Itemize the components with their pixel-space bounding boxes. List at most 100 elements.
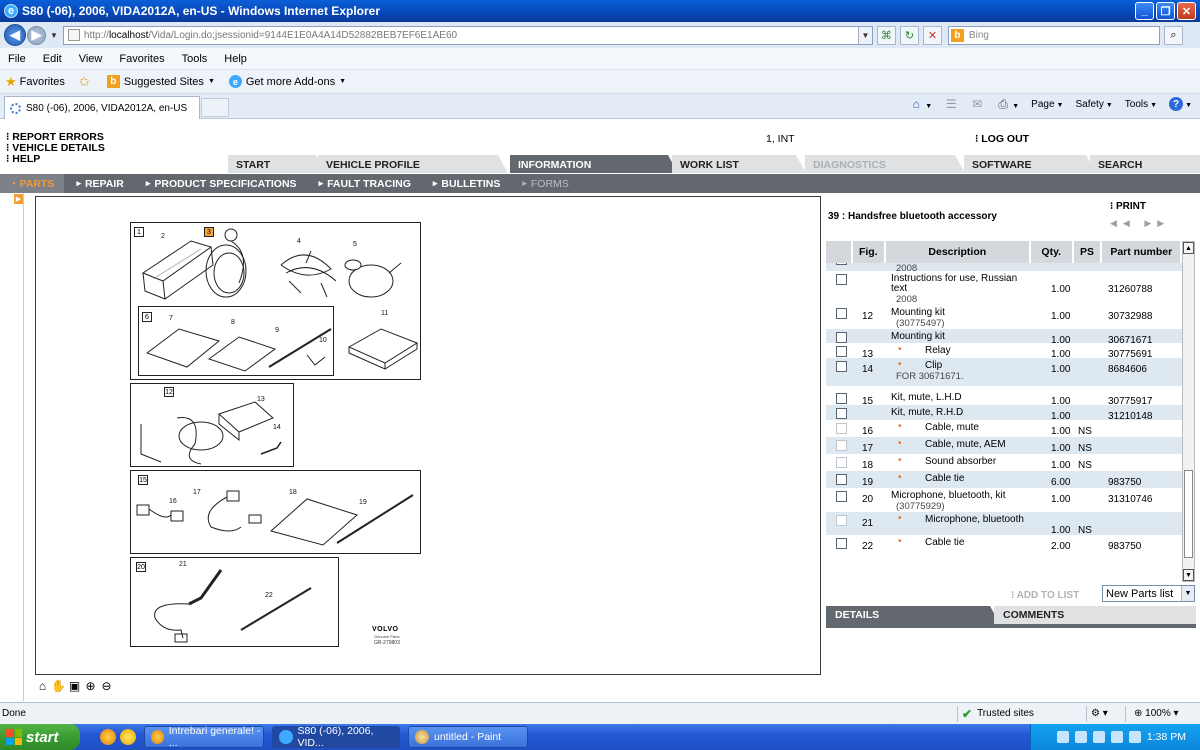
- zoom-in-icon[interactable]: ⊕: [84, 679, 97, 693]
- table-row[interactable]: 12 Mounting kit (30775497) 1.00 30732988: [826, 305, 1182, 329]
- taskbar-button-ie[interactable]: S80 (-06), 2006, VID...: [272, 725, 400, 749]
- tab-start[interactable]: START: [228, 155, 326, 173]
- table-row[interactable]: 22 • Cable tie 2.00 983750: [826, 535, 1182, 552]
- subtab-repair[interactable]: REPAIR: [64, 174, 133, 193]
- table-row[interactable]: 17 • Cable, mute, AEM 1.00 NS: [826, 437, 1182, 454]
- table-row[interactable]: Instructions for use, Russian text 2008 1.…: [826, 271, 1182, 305]
- mail-icon[interactable]: ✉: [970, 97, 984, 111]
- get-addons-button[interactable]: e Get more Add-ons ▼: [228, 75, 346, 88]
- parts-diagram-panel[interactable]: 1 2 3 4 5 6 7 8 9 10 11 12 13 14 15 16 1…: [35, 196, 821, 675]
- tray-update-icon[interactable]: [1128, 731, 1141, 743]
- menu-help[interactable]: Help: [224, 53, 247, 65]
- table-row[interactable]: 21 • Microphone, bluetooth 1.00 NS: [826, 512, 1182, 536]
- row-checkbox[interactable]: [836, 408, 847, 419]
- menu-file[interactable]: File: [8, 53, 26, 65]
- table-row[interactable]: 18 • Sound absorber 1.00 NS: [826, 454, 1182, 471]
- table-row[interactable]: Mounting kit 1.00 30671671: [826, 329, 1182, 346]
- row-checkbox[interactable]: [836, 515, 847, 526]
- tab-software[interactable]: SOFTWARE: [964, 155, 1096, 173]
- subtab-product-specifications[interactable]: PRODUCT SPECIFICATIONS: [134, 174, 307, 193]
- scroll-up-icon[interactable]: ▲: [1183, 242, 1194, 254]
- taskbar-button-firefox[interactable]: Intrebari generale! - ...: [144, 725, 264, 749]
- stop-button[interactable]: ✕: [922, 25, 942, 45]
- tab-information[interactable]: INFORMATION: [510, 155, 678, 173]
- fit-window-icon[interactable]: ▣: [68, 679, 81, 693]
- suggested-sites-button[interactable]: b Suggested Sites ▼: [106, 75, 215, 88]
- home-button[interactable]: ⌂ ▼: [909, 97, 933, 111]
- protected-mode-icon[interactable]: ⚙ ▾: [1091, 708, 1121, 719]
- row-checkbox[interactable]: [836, 361, 847, 372]
- row-checkbox[interactable]: [836, 423, 847, 434]
- parts-list-scrollbar[interactable]: ▲ ▼: [1182, 241, 1195, 582]
- table-row[interactable]: 20 Microphone, bluetooth, kit (30775929) 1.…: [826, 488, 1182, 512]
- row-checkbox[interactable]: [836, 474, 847, 485]
- minimize-button[interactable]: _: [1135, 2, 1154, 20]
- favorites-button[interactable]: ★ Favorites: [5, 74, 65, 90]
- forward-button[interactable]: ▶: [27, 25, 46, 45]
- row-checkbox[interactable]: [836, 538, 847, 549]
- menu-favorites[interactable]: Favorites: [119, 53, 164, 65]
- safety-menu[interactable]: Safety ▼: [1075, 99, 1112, 110]
- compatibility-view-button[interactable]: ⌘: [876, 25, 896, 45]
- table-row[interactable]: 16 • Cable, mute 1.00 NS: [826, 420, 1182, 437]
- table-row[interactable]: 19 • Cable tie 6.00 983750: [826, 471, 1182, 488]
- recent-pages-dropdown[interactable]: ▼: [50, 31, 58, 40]
- row-checkbox[interactable]: [836, 393, 847, 404]
- messenger-icon[interactable]: [120, 729, 136, 745]
- tray-help-icon[interactable]: [1056, 731, 1069, 743]
- menu-view[interactable]: View: [79, 53, 103, 65]
- tray-volume-icon[interactable]: [1092, 731, 1105, 743]
- zoom-out-icon[interactable]: ⊖: [100, 679, 113, 693]
- pager-arrows[interactable]: ◀◀ ▶▶: [1110, 218, 1170, 229]
- expand-tree-icon[interactable]: ▶: [14, 194, 23, 204]
- add-favorite-button[interactable]: ✩: [79, 74, 93, 90]
- table-row[interactable]: 13 • Relay 1.00 30775691: [826, 343, 1182, 360]
- print-button[interactable]: ⎙ ▼: [996, 97, 1019, 111]
- new-tab-button[interactable]: [201, 98, 229, 117]
- tray-network-icon[interactable]: [1074, 731, 1087, 743]
- subtab-bulletins[interactable]: BULLETINS: [421, 174, 510, 193]
- print-link[interactable]: PRINT: [1110, 201, 1146, 212]
- scroll-down-icon[interactable]: ▼: [1183, 569, 1194, 581]
- help-link[interactable]: HELP: [6, 154, 105, 165]
- subtab-parts[interactable]: PARTS: [0, 174, 65, 193]
- tab-search[interactable]: SEARCH: [1090, 155, 1200, 173]
- tab-details[interactable]: DETAILS: [826, 606, 1000, 624]
- table-row[interactable]: text20081.0031260787: [826, 263, 1182, 274]
- refresh-button[interactable]: ↻: [899, 25, 919, 45]
- address-input[interactable]: http://localhost/Vida/Login.do;jsessioni…: [62, 25, 873, 45]
- row-checkbox[interactable]: [836, 274, 847, 285]
- taskbar-button-paint[interactable]: untitled - Paint: [408, 726, 528, 748]
- tab-comments[interactable]: COMMENTS: [994, 606, 1196, 624]
- tab-work-list[interactable]: WORK LIST: [672, 155, 806, 173]
- row-checkbox[interactable]: [836, 332, 847, 343]
- scroll-thumb[interactable]: [1184, 470, 1193, 558]
- back-button[interactable]: ◀: [4, 24, 26, 46]
- tray-security-icon[interactable]: [1110, 731, 1123, 743]
- table-row[interactable]: 15 Kit, mute, L.H.D 1.00 30775917: [826, 390, 1182, 407]
- address-dropdown-icon[interactable]: ▼: [857, 26, 872, 44]
- logout-link[interactable]: LOG OUT: [975, 133, 1029, 145]
- zoom-level[interactable]: ⊕ 100% ▾: [1130, 708, 1200, 719]
- start-button[interactable]: start: [0, 724, 80, 750]
- tools-menu[interactable]: Tools ▼: [1125, 99, 1157, 110]
- menu-tools[interactable]: Tools: [182, 53, 208, 65]
- tab-vehicle-profile[interactable]: VEHICLE PROFILE: [318, 155, 508, 173]
- browser-tab[interactable]: S80 (-06), 2006, VIDA2012A, en-US: [4, 96, 200, 119]
- row-checkbox[interactable]: [836, 491, 847, 502]
- row-checkbox[interactable]: [836, 308, 847, 319]
- table-row[interactable]: 14 • Clip FOR 30671671. 1.00 8684606: [826, 358, 1182, 386]
- row-checkbox[interactable]: [836, 263, 847, 265]
- home-view-icon[interactable]: ⌂: [36, 679, 49, 693]
- firefox-icon[interactable]: [100, 729, 116, 745]
- search-go-button[interactable]: ⌕: [1163, 25, 1183, 45]
- page-menu[interactable]: Page ▼: [1031, 99, 1063, 110]
- row-checkbox[interactable]: [836, 440, 847, 451]
- parts-list-select[interactable]: New Parts list ▼: [1102, 585, 1195, 602]
- help-menu[interactable]: ? ▼: [1169, 97, 1192, 111]
- pan-hand-icon[interactable]: ✋: [51, 679, 66, 693]
- add-to-list-button[interactable]: ADD TO LIST: [1011, 590, 1080, 601]
- row-checkbox[interactable]: [836, 457, 847, 468]
- maximize-button[interactable]: ❐: [1156, 2, 1175, 20]
- menu-edit[interactable]: Edit: [43, 53, 62, 65]
